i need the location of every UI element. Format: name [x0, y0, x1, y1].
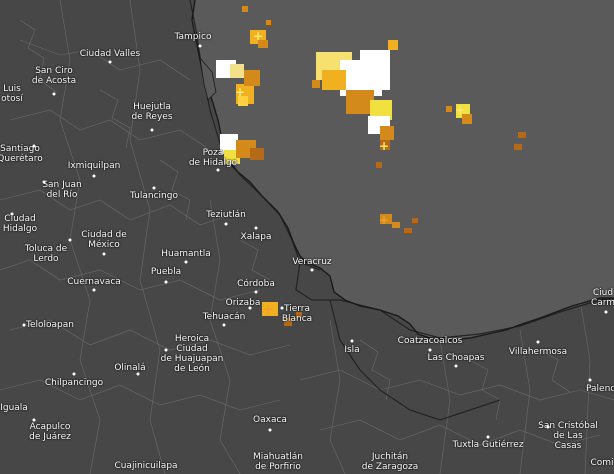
lightning-strike-icon: + — [378, 213, 390, 227]
lightning-strike-icon: + — [262, 302, 274, 316]
city-dot — [52, 92, 56, 96]
lightning-cluster-gulf — [312, 40, 398, 150]
city-label-tampico: Tampico — [174, 32, 212, 42]
lightning-strike-icon: + — [378, 139, 390, 153]
city-label-juchitan: Juchitán de Zaragoza — [361, 452, 419, 472]
city-label-toluca: Toluca de Lerdo — [24, 244, 68, 264]
city-label-luis-potosi: Luis otosí — [1, 84, 23, 104]
lightning-strike-icon: + — [372, 117, 384, 131]
city-dot — [164, 280, 168, 284]
city-dot — [280, 306, 284, 310]
city-label-chilpancingo: Chilpancingo — [44, 378, 104, 388]
city-dot — [92, 288, 96, 292]
city-dot — [310, 268, 314, 272]
city-label-tuxtla: Tuxtla Gutiérrez — [452, 440, 524, 450]
city-label-olinala: Olinalá — [114, 363, 146, 373]
city-label-ciudad-hidalgo: Ciudad Hidalgo — [2, 214, 38, 234]
city-dot — [588, 378, 592, 382]
city-dot — [216, 168, 220, 172]
city-dot — [102, 252, 106, 256]
city-dot — [10, 212, 14, 216]
city-label-comitan: Comi — [590, 458, 614, 468]
city-dot — [164, 348, 168, 352]
city-dot — [428, 348, 432, 352]
city-label-coatzacoalcos: Coatzacoalcos — [397, 336, 463, 346]
lightning-strike-icon: + — [252, 29, 264, 43]
city-dot — [604, 310, 608, 314]
city-dot — [222, 323, 226, 327]
city-dot — [224, 222, 228, 226]
lightning-strike-icon: + — [454, 103, 466, 117]
city-dot — [22, 323, 26, 327]
city-label-santiago-queretaro: Santiago Querétaro — [0, 144, 43, 164]
city-label-cuajinicuilapa: Cuajinicuilapa — [114, 461, 178, 471]
city-dot — [546, 425, 550, 429]
city-dot — [136, 372, 140, 376]
city-label-tehuacan: Tehuacán — [202, 312, 246, 322]
city-label-isla: Isla — [344, 345, 360, 355]
city-dot — [42, 180, 46, 184]
city-label-oaxaca: Oaxaca — [253, 415, 287, 425]
city-label-puebla: Puebla — [150, 267, 182, 277]
city-dot — [72, 372, 76, 376]
lightning-strike-icon: + — [220, 63, 232, 77]
city-label-huajuapan: Heroica Ciudad de Huajuapan de León — [160, 334, 224, 374]
city-dot — [268, 428, 272, 432]
city-dot — [350, 339, 354, 343]
city-label-las-choapas: Las Choapas — [427, 353, 485, 363]
city-label-huamantla: Huamantla — [161, 249, 211, 259]
city-label-cordoba: Córdoba — [237, 279, 275, 289]
city-label-ciudad-mexico: Ciudad de México — [81, 230, 127, 250]
city-label-veracruz: Veracruz — [292, 257, 332, 267]
city-dot — [254, 290, 258, 294]
city-label-orizaba: Orizaba — [225, 298, 261, 308]
city-label-miahuatlan: Miahuatlán de Porfirio — [253, 452, 303, 472]
lightning-strike-icon: + — [224, 139, 236, 153]
city-dot — [486, 435, 490, 439]
city-label-palenque: Palenq — [586, 384, 614, 394]
city-label-cuernavaca: Cuernavaca — [67, 277, 121, 287]
city-dot — [536, 340, 540, 344]
city-dot — [248, 306, 252, 310]
city-label-tulancingo: Tulancingo — [130, 191, 178, 201]
city-dot — [108, 60, 112, 64]
city-label-ciudad-carmen: Ciud Carm — [590, 288, 614, 308]
city-label-villahermosa: Villahermosa — [508, 347, 568, 357]
city-dot — [32, 418, 36, 422]
lightning-map[interactable]: Tampico Ciudad Valles San Ciro de Acosta… — [0, 0, 614, 474]
city-label-ciudad-valles: Ciudad Valles — [79, 49, 141, 59]
city-label-huejutla: Huejutla de Reyes — [131, 102, 173, 122]
city-dot — [32, 144, 36, 148]
city-dot — [152, 186, 156, 190]
city-dot — [198, 44, 202, 48]
city-dot — [254, 226, 258, 230]
city-label-san-juan-rio: San Juan del Río — [42, 180, 82, 200]
city-label-iguala: Iguala — [0, 403, 28, 413]
city-label-acapulco: Acapulco de Juárez — [29, 422, 71, 442]
city-dot — [454, 364, 458, 368]
city-dot — [150, 128, 154, 132]
city-dot — [184, 260, 188, 264]
city-label-teziutlan: Teziutlán — [206, 210, 246, 220]
city-dot — [92, 174, 96, 178]
lightning-strike-icon: + — [234, 85, 246, 99]
lightning-strike-icon: + — [364, 63, 376, 77]
city-label-tierra-blanca: Tierra Blanca — [281, 304, 313, 324]
city-label-ixmiquilpan: Ixmiquilpan — [67, 161, 121, 171]
city-label-teloloapan: Teloloapan — [26, 320, 74, 330]
city-label-san-ciro: San Ciro de Acosta — [31, 66, 77, 86]
city-dot — [68, 238, 72, 242]
city-label-xalapa: Xalapa — [240, 232, 272, 242]
